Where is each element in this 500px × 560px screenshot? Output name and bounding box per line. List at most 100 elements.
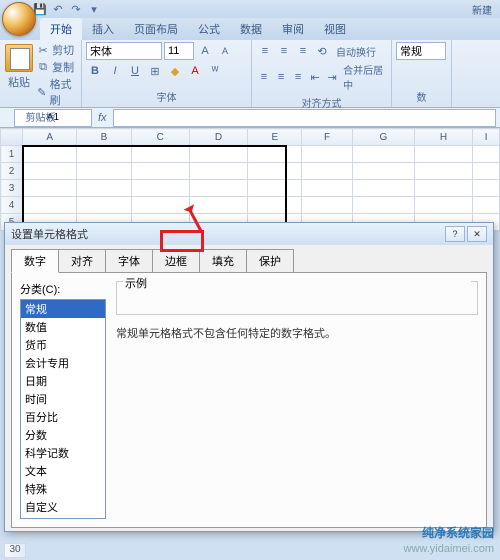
formula-input[interactable]	[113, 109, 496, 127]
dlg-tab-protect[interactable]: 保护	[246, 249, 294, 273]
watermark-brand: 纯净系统家园	[422, 526, 494, 540]
dlg-tab-align[interactable]: 对齐	[58, 249, 106, 273]
align-middle-button[interactable]: ≡	[275, 42, 293, 60]
shrink-font-button[interactable]: A	[216, 42, 234, 60]
watermark: 纯净系统家园 www.yidaimei.com	[404, 526, 494, 556]
row-header-30[interactable]: 30	[4, 543, 26, 558]
undo-icon[interactable]: ↶	[50, 1, 66, 17]
tab-layout[interactable]: 页面布局	[124, 18, 188, 40]
bold-button[interactable]: B	[86, 62, 104, 80]
category-item[interactable]: 特殊	[21, 480, 105, 498]
dlg-tab-border[interactable]: 边框	[152, 249, 200, 273]
group-label-number: 数	[396, 88, 447, 105]
font-size-combo[interactable]: 11	[164, 42, 194, 60]
format-description: 常规单元格格式不包含任何特定的数字格式。	[116, 325, 478, 341]
category-item[interactable]: 百分比	[21, 408, 105, 426]
underline-button[interactable]: U	[126, 62, 144, 80]
category-item[interactable]: 文本	[21, 462, 105, 480]
align-bottom-button[interactable]: ≡	[294, 42, 312, 60]
fx-icon[interactable]: fx	[98, 112, 107, 124]
redo-icon[interactable]: ↷	[68, 1, 84, 17]
brush-icon: ✎	[36, 85, 48, 99]
grid[interactable]: A B C D E F G H I 1 2 3 4 5	[0, 128, 500, 231]
ribbon: 粘贴 ✂剪切 ⧉复制 ✎格式刷 剪贴板 宋体 11 A A B I U ⊞ ◆ …	[0, 40, 500, 108]
dlg-tab-font[interactable]: 字体	[105, 249, 153, 273]
row-header[interactable]: 3	[1, 180, 23, 197]
col-header[interactable]: F	[302, 129, 352, 146]
category-item[interactable]: 会计专用	[21, 354, 105, 372]
align-right-button[interactable]: ≡	[290, 68, 306, 86]
copy-button[interactable]: ⧉复制	[36, 59, 77, 75]
dialog-close-button[interactable]: ✕	[467, 226, 487, 242]
category-item[interactable]: 分数	[21, 426, 105, 444]
tab-formula[interactable]: 公式	[188, 18, 230, 40]
tab-insert[interactable]: 插入	[82, 18, 124, 40]
orientation-button[interactable]: ⟲	[313, 42, 331, 60]
group-alignment: ≡ ≡ ≡ ⟲ 自动换行 ≡ ≡ ≡ ⇤ ⇥ 合并后居中 对齐方式	[252, 40, 392, 107]
tab-review[interactable]: 审阅	[272, 18, 314, 40]
tab-view[interactable]: 视图	[314, 18, 356, 40]
indent-dec-button[interactable]: ⇤	[307, 68, 323, 86]
tab-data[interactable]: 数据	[230, 18, 272, 40]
col-header[interactable]: H	[414, 129, 472, 146]
fill-color-button[interactable]: ◆	[166, 62, 184, 80]
window-title: 新建	[472, 2, 492, 17]
category-list[interactable]: 常规 数值 货币 会计专用 日期 时间 百分比 分数 科学记数 文本 特殊 自定…	[20, 299, 106, 519]
col-header[interactable]: E	[248, 129, 302, 146]
col-header[interactable]: C	[131, 129, 189, 146]
category-item[interactable]: 时间	[21, 390, 105, 408]
group-label-font: 字体	[86, 88, 247, 105]
row-header[interactable]: 2	[1, 163, 23, 180]
category-label: 分类(C):	[20, 281, 106, 297]
row-header[interactable]: 1	[1, 146, 23, 163]
watermark-url: www.yidaimei.com	[404, 543, 494, 555]
cell[interactable]	[23, 146, 77, 163]
align-center-button[interactable]: ≡	[273, 68, 289, 86]
row-header[interactable]: 4	[1, 197, 23, 214]
dlg-tab-fill[interactable]: 填充	[199, 249, 247, 273]
qat-more-icon[interactable]: ▾	[86, 1, 102, 17]
dlg-tab-number[interactable]: 数字	[11, 249, 59, 273]
col-header[interactable]: I	[473, 129, 500, 146]
quick-access-toolbar: 💾 ↶ ↷ ▾	[32, 1, 102, 17]
office-button[interactable]	[2, 2, 36, 36]
col-header[interactable]: D	[189, 129, 247, 146]
italic-button[interactable]: I	[106, 62, 124, 80]
category-item[interactable]: 科学记数	[21, 444, 105, 462]
paste-button[interactable]: 粘贴	[4, 42, 34, 108]
category-item[interactable]: 常规	[21, 300, 105, 318]
category-item[interactable]: 自定义	[21, 498, 105, 516]
dialog-help-button[interactable]: ?	[445, 226, 465, 242]
category-item[interactable]: 日期	[21, 372, 105, 390]
grow-font-button[interactable]: A	[196, 42, 214, 60]
font-name-combo[interactable]: 宋体	[86, 42, 162, 60]
tab-home[interactable]: 开始	[40, 18, 82, 40]
paste-icon	[5, 44, 33, 72]
dialog-title: 设置单元格格式	[11, 226, 88, 242]
worksheet: A B C D E F G H I 1 2 3 4 5	[0, 128, 500, 231]
number-format-combo[interactable]: 常规	[396, 42, 446, 60]
group-clipboard: 粘贴 ✂剪切 ⧉复制 ✎格式刷 剪贴板	[0, 40, 82, 107]
format-painter-button[interactable]: ✎格式刷	[36, 76, 77, 108]
category-item[interactable]: 货币	[21, 336, 105, 354]
copy-icon: ⧉	[36, 60, 50, 74]
align-top-button[interactable]: ≡	[256, 42, 274, 60]
col-header[interactable]: A	[23, 129, 77, 146]
merge-button[interactable]: 合并后居中	[343, 62, 387, 92]
select-all-corner[interactable]	[1, 129, 23, 146]
category-item[interactable]: 数值	[21, 318, 105, 336]
scissors-icon: ✂	[36, 43, 50, 57]
group-label-align: 对齐方式	[256, 94, 387, 111]
col-header[interactable]: G	[352, 129, 414, 146]
indent-inc-button[interactable]: ⇥	[324, 68, 340, 86]
font-color-button[interactable]: A	[186, 62, 204, 80]
col-header[interactable]: B	[77, 129, 131, 146]
paste-label: 粘贴	[4, 74, 34, 90]
cut-button[interactable]: ✂剪切	[36, 42, 77, 58]
dialog-titlebar[interactable]: 设置单元格格式 ? ✕	[5, 223, 493, 245]
phonetic-button[interactable]: ᵂ	[206, 62, 224, 80]
group-font: 宋体 11 A A B I U ⊞ ◆ A ᵂ 字体	[82, 40, 252, 107]
border-button[interactable]: ⊞	[146, 62, 164, 80]
wrap-text-button[interactable]: 自动换行	[336, 44, 376, 59]
align-left-button[interactable]: ≡	[256, 68, 272, 86]
